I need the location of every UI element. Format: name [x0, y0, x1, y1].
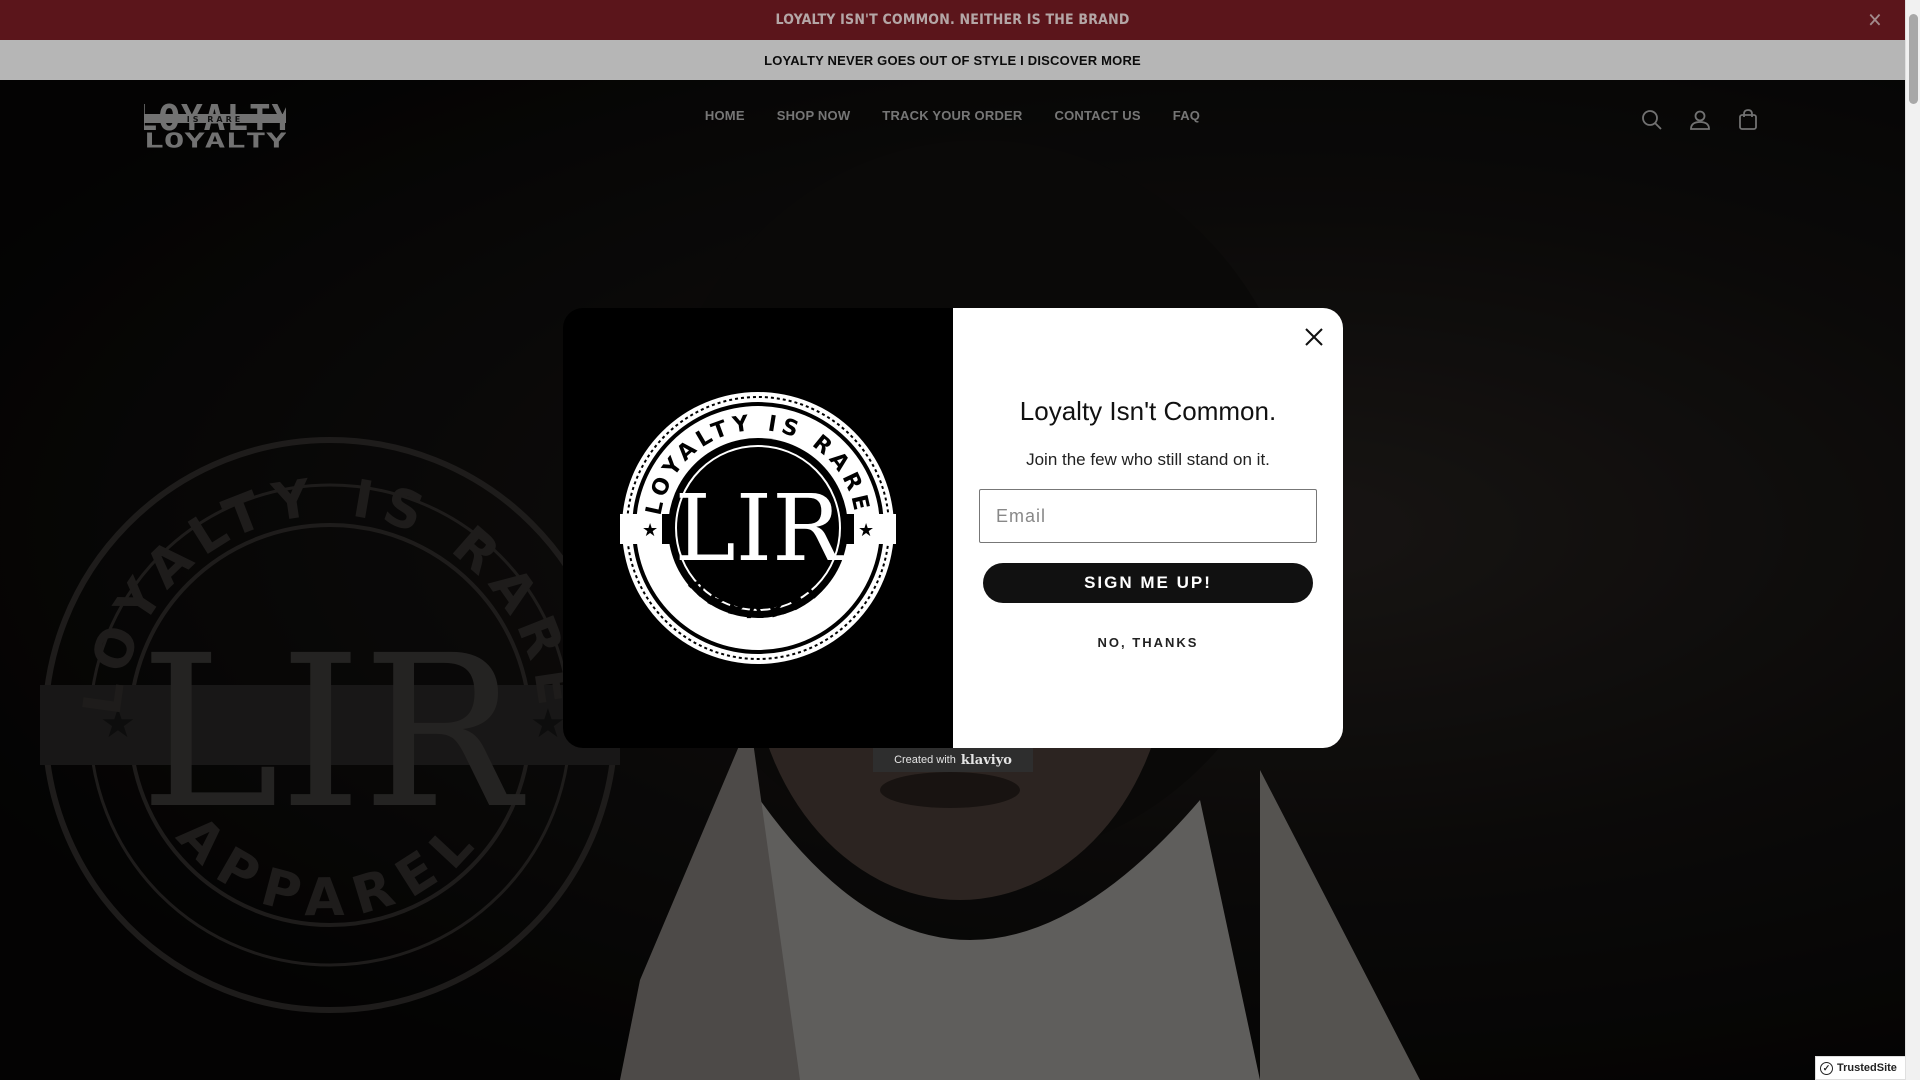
- popup-brand-panel: ★ ★ LOYALTY IS RARE APPAREL LIR: [563, 308, 953, 748]
- close-icon[interactable]: ✕: [1865, 10, 1885, 30]
- popup-subtitle: Join the few who still stand on it.: [1026, 450, 1270, 469]
- checkmark-icon: ✓: [1820, 1061, 1833, 1075]
- brand-badge-logo: ★ ★ LOYALTY IS RARE APPAREL LIR: [620, 392, 896, 664]
- popup-title: Loyalty Isn't Common.: [1019, 396, 1277, 426]
- email-field[interactable]: [979, 489, 1317, 543]
- klaviyo-badge[interactable]: Created with klaviyo: [873, 748, 1033, 772]
- no-thanks-button[interactable]: NO, THANKS: [953, 635, 1343, 650]
- scrollbar-thumb[interactable]: [1909, 14, 1918, 104]
- klaviyo-prefix: Created with: [894, 754, 956, 766]
- popup-form-panel: Loyalty Isn't Common. Join the few who s…: [953, 308, 1343, 748]
- svg-text:★: ★: [858, 520, 874, 541]
- announcement-bar: LOYALTY ISN'T COMMON. NEITHER IS THE BRA…: [0, 0, 1905, 40]
- sign-me-up-button[interactable]: SIGN ME UP!: [983, 563, 1313, 603]
- announcement-text: LOYALTY ISN'T COMMON. NEITHER IS THE BRA…: [775, 12, 1130, 28]
- signup-popup: ★ ★ LOYALTY IS RARE APPAREL LIR Loyalty …: [563, 308, 1343, 748]
- close-popup-icon[interactable]: [1299, 322, 1329, 352]
- secondary-announcement-bar[interactable]: LOYALTY NEVER GOES OUT OF STYLE I DISCOV…: [0, 40, 1905, 80]
- page-scrollbar[interactable]: [1905, 0, 1920, 1080]
- secondary-announcement-text: LOYALTY NEVER GOES OUT OF STYLE I DISCOV…: [764, 52, 1141, 68]
- trustedsite-label: TrustedSite: [1837, 1062, 1897, 1074]
- klaviyo-brand: klaviyo: [960, 752, 1012, 768]
- svg-text:LIR: LIR: [675, 475, 844, 582]
- svg-text:★: ★: [642, 520, 658, 541]
